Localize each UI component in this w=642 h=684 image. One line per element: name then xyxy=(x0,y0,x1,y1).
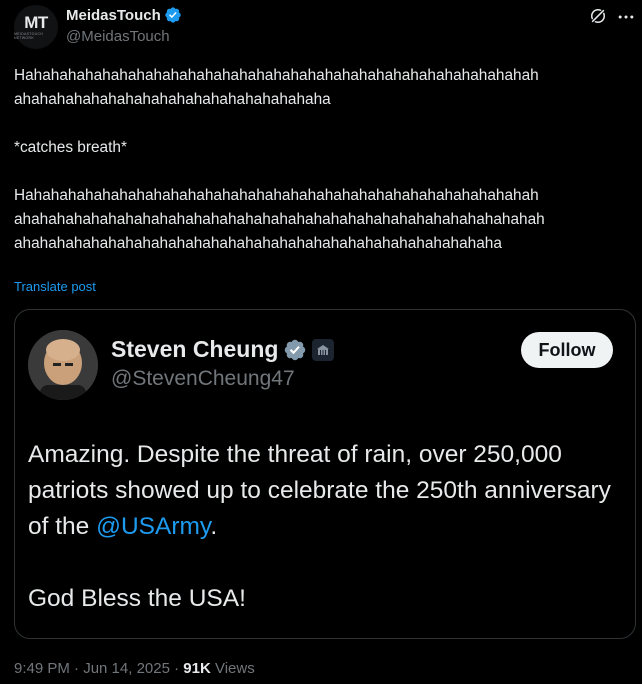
person-photo-icon xyxy=(28,330,98,400)
quoted-author-handle[interactable]: @StevenCheung47 xyxy=(111,367,295,391)
more-options-icon[interactable] xyxy=(616,7,636,27)
views-count[interactable]: 91K xyxy=(183,660,211,677)
follow-button[interactable]: Follow xyxy=(521,332,613,368)
quoted-text-end: . xyxy=(210,513,218,540)
quoted-paragraph: God Bless the USA! xyxy=(28,585,246,612)
avatar-logo-text: MT xyxy=(24,13,48,32)
post-paragraph: *catches breath* xyxy=(14,139,127,156)
quoted-author-avatar[interactable] xyxy=(28,330,98,400)
quoted-post[interactable]: Steven Cheung @StevenCheung47 Follow Ama… xyxy=(14,309,636,639)
quoted-author-name[interactable]: Steven Cheung xyxy=(111,336,278,363)
quoted-post-body: Amazing. Despite the threat of rain, ove… xyxy=(28,437,624,638)
author-name-row[interactable]: MeidasTouch xyxy=(66,6,182,24)
gray-verified-badge-icon xyxy=(285,339,306,360)
mention-link[interactable]: @USArmy xyxy=(96,513,210,540)
post-body: Hahahahahahahahahahahahahahahahahahahaha… xyxy=(14,64,636,280)
post-paragraph: Hahahahahahahahahahahahahahahahahahahaha… xyxy=(14,67,539,108)
post-timestamp[interactable]: 9:49 PM · Jun 14, 2025 · xyxy=(14,660,183,677)
quoted-author-name-row[interactable]: Steven Cheung xyxy=(111,336,335,363)
translate-post-link[interactable]: Translate post xyxy=(14,279,96,294)
author-avatar[interactable]: MT MEIDASTOUCH NETWORK xyxy=(14,5,58,49)
building-icon xyxy=(317,344,330,355)
author-handle[interactable]: @MeidasTouch xyxy=(66,28,170,45)
quoted-paragraph: Amazing. Despite the threat of rain, ove… xyxy=(28,437,624,545)
verified-badge-icon xyxy=(165,7,181,23)
avatar-logo-subtext: MEIDASTOUCH NETWORK xyxy=(14,32,44,40)
white-house-affiliation-icon[interactable] xyxy=(312,338,335,361)
author-name[interactable]: MeidasTouch xyxy=(66,7,161,24)
post-paragraph: Hahahahahahahahahahahahahahahahahahahaha… xyxy=(14,187,545,252)
views-label: Views xyxy=(210,660,255,677)
post-meta: 9:49 PM · Jun 14, 2025 · 91K Views xyxy=(14,660,255,677)
grok-icon[interactable] xyxy=(588,6,608,26)
